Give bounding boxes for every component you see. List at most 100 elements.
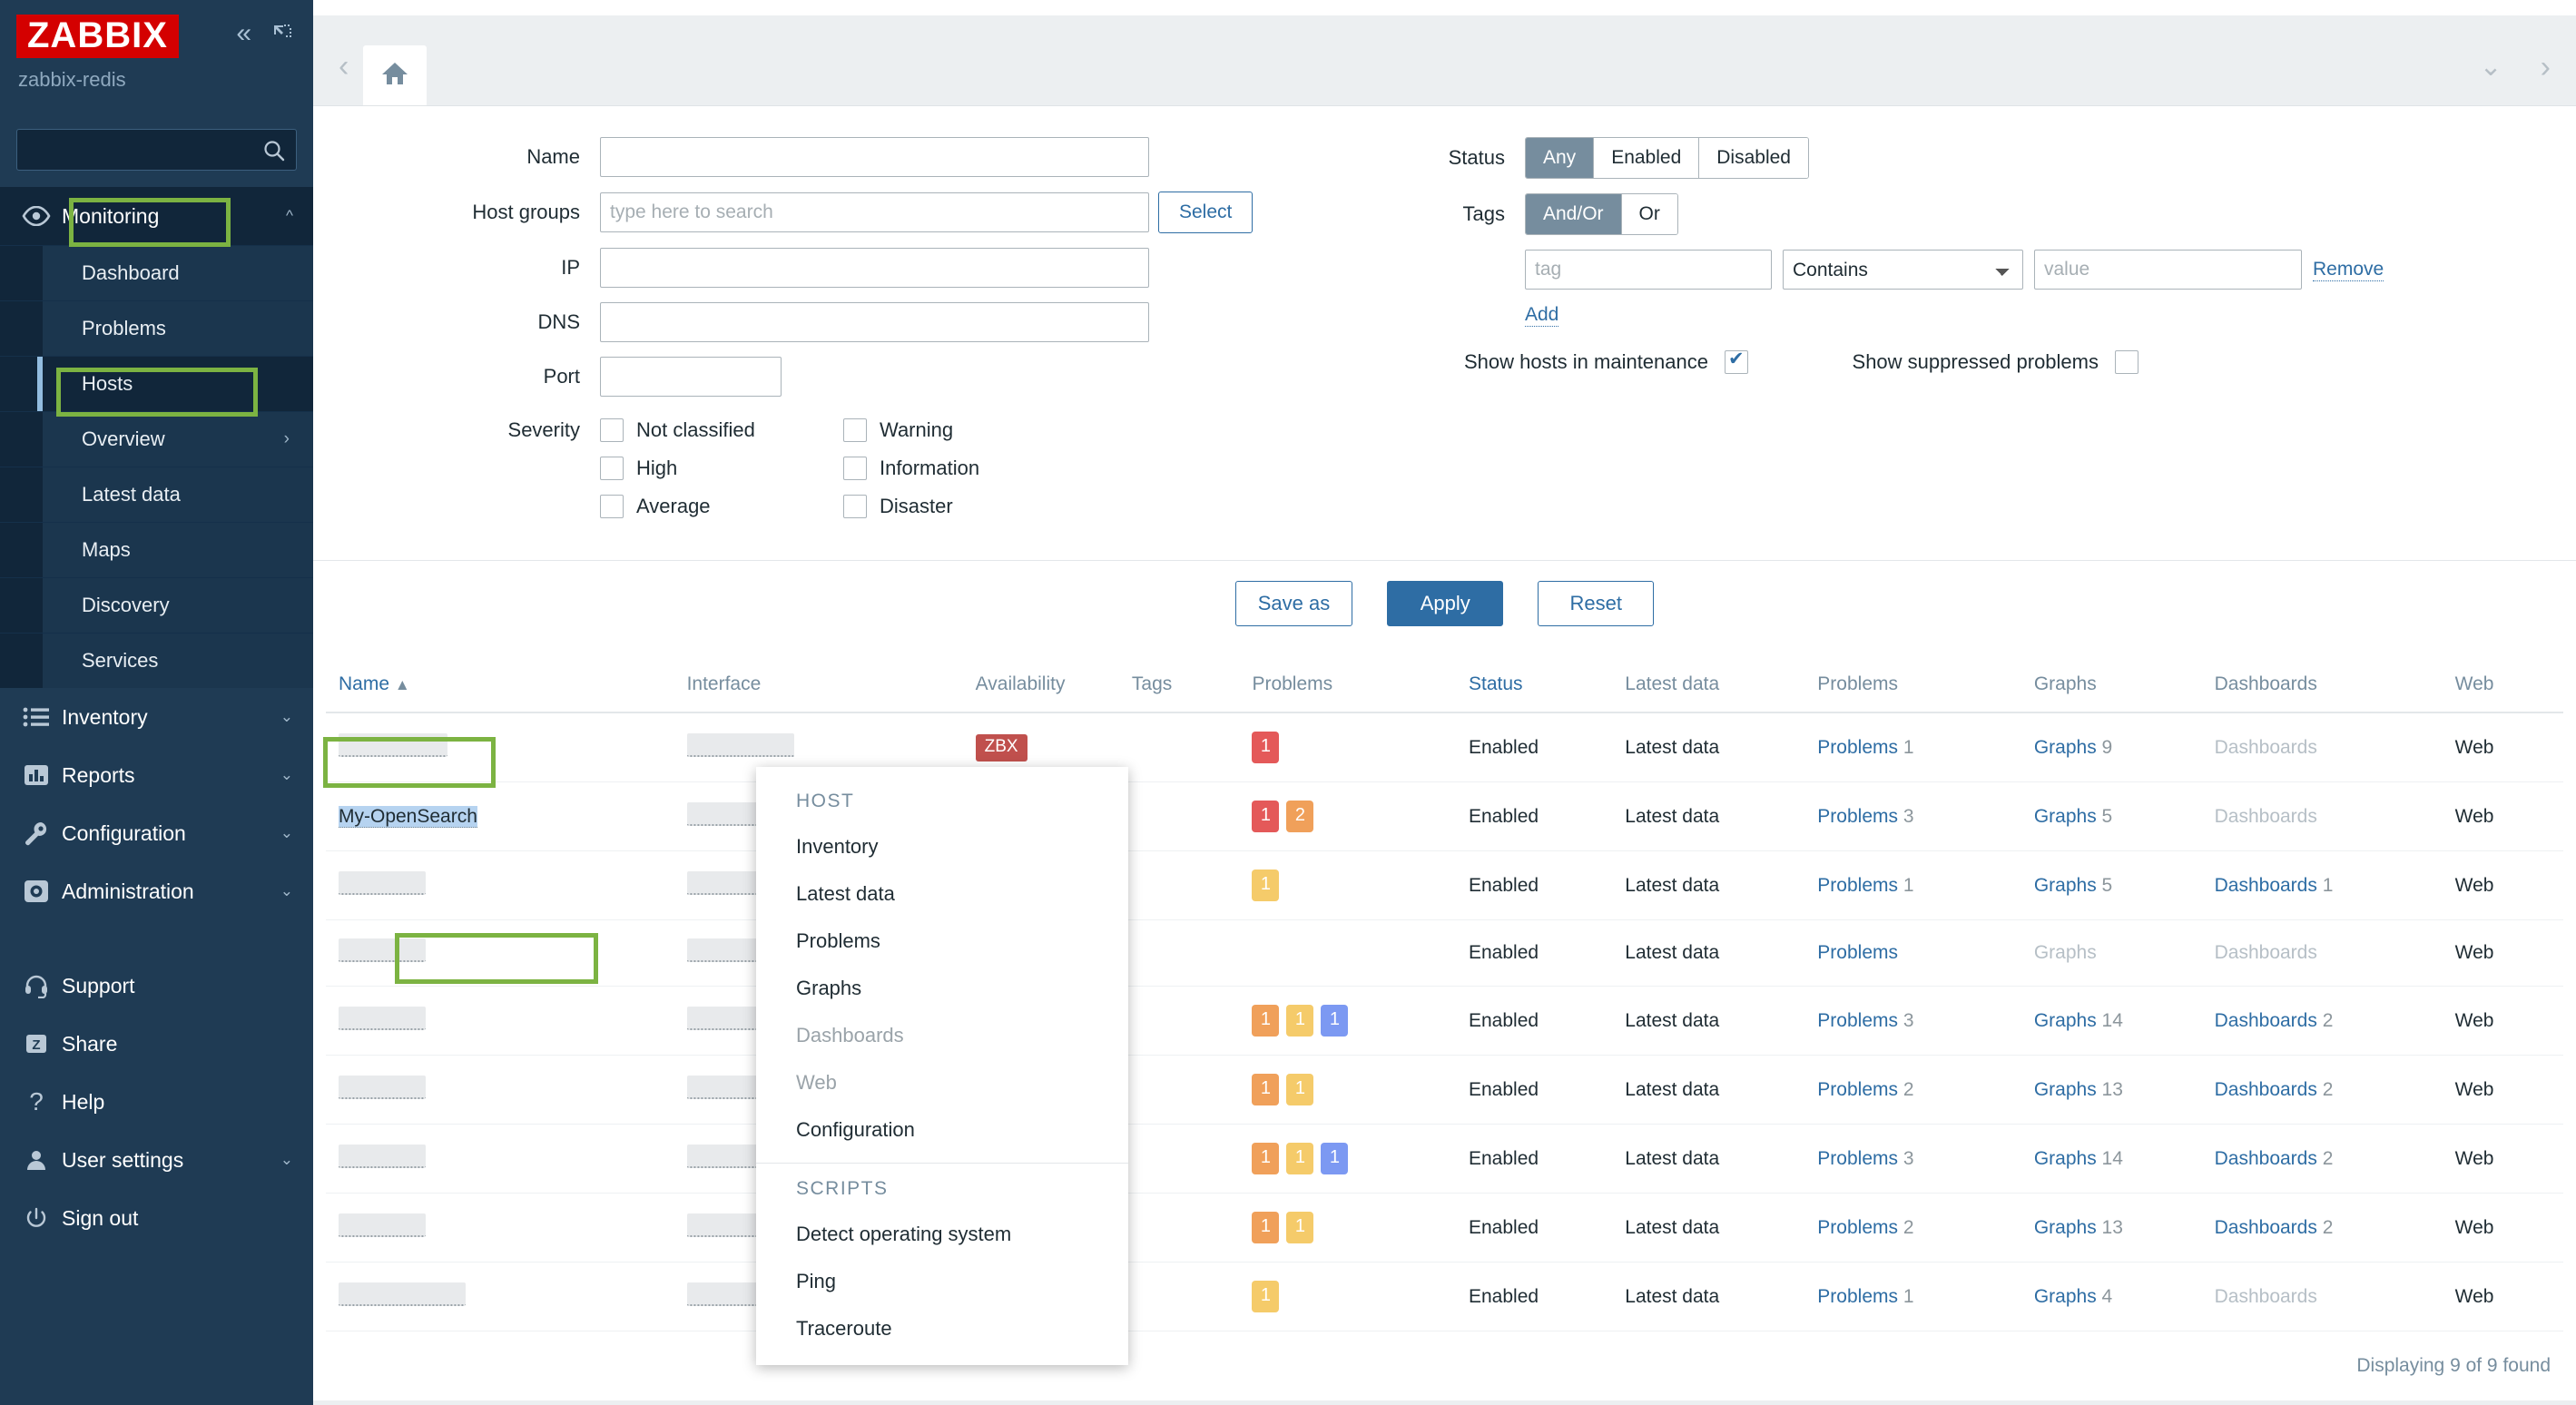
save-as-button[interactable]: Save as xyxy=(1234,581,1353,626)
problem-badge[interactable]: 2 xyxy=(1286,801,1314,832)
sidebar-item-reports[interactable]: Reports ⌄ xyxy=(0,746,313,804)
cell-problems-link[interactable]: Problems 2 xyxy=(1817,1055,2034,1125)
reset-button[interactable]: Reset xyxy=(1538,581,1655,626)
problem-badge[interactable]: 1 xyxy=(1321,1005,1349,1037)
availability-badge[interactable]: ZBX xyxy=(975,733,1027,761)
header-name[interactable]: Name ▲ xyxy=(326,653,687,713)
cell-status[interactable]: Enabled xyxy=(1468,1193,1626,1263)
cell-latest-data[interactable]: Latest data xyxy=(1625,1124,1818,1194)
cell-dashboards-link[interactable]: Dashboards 2 xyxy=(2214,1055,2455,1125)
problem-badge[interactable]: 1 xyxy=(1252,801,1280,832)
status-option-enabled[interactable]: Enabled xyxy=(1594,138,1700,178)
cell-host-name[interactable] xyxy=(326,850,687,920)
tags-option-or[interactable]: Or xyxy=(1621,194,1677,234)
sidebar-item-sign-out[interactable]: Sign out xyxy=(0,1189,313,1247)
tag-name-input[interactable] xyxy=(1525,250,1772,290)
graphs-link[interactable]: Graphs xyxy=(2034,875,2097,896)
dashboards-link[interactable]: Dashboards xyxy=(2215,1079,2317,1100)
problem-badge[interactable]: 1 xyxy=(1252,1005,1280,1037)
cell-latest-data[interactable]: Latest data xyxy=(1625,1193,1818,1263)
context-menu-graphs[interactable]: Graphs xyxy=(756,965,1128,1012)
cell-problems-link[interactable]: Problems xyxy=(1817,919,2034,987)
cell-status[interactable]: Enabled xyxy=(1468,986,1626,1056)
problems-link[interactable]: Problems xyxy=(1817,1010,1898,1031)
cell-latest-data[interactable]: Latest data xyxy=(1625,850,1818,920)
problem-badge[interactable]: 1 xyxy=(1286,1005,1314,1037)
host-name-link[interactable]: My-OpenSearch xyxy=(339,805,477,828)
chevron-down-icon[interactable]: ⌄ xyxy=(280,882,293,900)
sidebar-item-problems[interactable]: Problems xyxy=(0,300,313,356)
problem-badge[interactable]: 1 xyxy=(1252,870,1280,901)
ip-input[interactable] xyxy=(600,248,1149,288)
cell-host-name[interactable]: My-OpenSearch xyxy=(326,781,687,851)
checkbox[interactable] xyxy=(843,418,867,442)
cell-latest-data[interactable]: Latest data xyxy=(1625,1055,1818,1125)
sidebar-item-help[interactable]: ? Help xyxy=(0,1073,313,1131)
graphs-link[interactable]: Graphs xyxy=(2034,806,2097,827)
sidebar-item-discovery[interactable]: Discovery xyxy=(0,577,313,633)
cell-problems-link[interactable]: Problems 3 xyxy=(1817,781,2034,851)
problems-link[interactable]: Problems xyxy=(1817,1217,1898,1238)
cell-problems-link[interactable]: Problems 2 xyxy=(1817,1193,2034,1263)
severity-information[interactable]: Information xyxy=(843,449,1086,487)
sidebar-item-share[interactable]: Z Share xyxy=(0,1015,313,1073)
chevron-down-icon[interactable]: ⌄ xyxy=(280,766,293,784)
cell-graphs-link[interactable]: Graphs 14 xyxy=(2033,1124,2215,1194)
cell-status[interactable]: Enabled xyxy=(1468,1055,1626,1125)
status-segmented-control[interactable]: Any Enabled Disabled xyxy=(1525,137,1809,179)
dns-input[interactable] xyxy=(600,302,1149,342)
cell-host-name[interactable] xyxy=(326,1262,687,1331)
cell-graphs-link[interactable]: Graphs 9 xyxy=(2033,712,2215,782)
cell-status[interactable]: Enabled xyxy=(1468,1262,1626,1331)
severity-warning[interactable]: Warning xyxy=(843,411,1086,449)
context-menu-detect-os[interactable]: Detect operating system xyxy=(756,1211,1128,1258)
chevron-left-icon[interactable]: ‹ xyxy=(339,51,349,82)
problem-badge[interactable]: 1 xyxy=(1252,1074,1280,1105)
sidebar-item-overview[interactable]: Overview › xyxy=(0,411,313,467)
collapse-panel-icon[interactable] xyxy=(271,23,293,44)
context-menu-traceroute[interactable]: Traceroute xyxy=(756,1305,1128,1352)
cell-status[interactable]: Enabled xyxy=(1468,919,1626,987)
name-input[interactable] xyxy=(600,137,1149,177)
cell-graphs-link[interactable]: Graphs 4 xyxy=(2033,1262,2215,1331)
host-groups-input[interactable] xyxy=(600,192,1149,232)
context-menu-ping[interactable]: Ping xyxy=(756,1258,1128,1305)
cell-status[interactable]: Enabled xyxy=(1468,712,1626,782)
sidebar-item-support[interactable]: Support xyxy=(0,957,313,1015)
port-input[interactable] xyxy=(600,357,782,397)
cell-dashboards-link[interactable]: Dashboards 2 xyxy=(2214,1124,2455,1194)
sidebar-item-services[interactable]: Services xyxy=(0,633,313,688)
sidebar-item-inventory[interactable]: Inventory ⌄ xyxy=(0,688,313,746)
cell-dashboards-link[interactable]: Dashboards 2 xyxy=(2214,1193,2455,1263)
graphs-link[interactable]: Graphs xyxy=(2034,737,2097,758)
search-icon[interactable] xyxy=(262,139,286,167)
severity-average[interactable]: Average xyxy=(600,487,843,526)
cell-graphs-link[interactable]: Graphs 13 xyxy=(2033,1055,2215,1125)
cell-problems-link[interactable]: Problems 1 xyxy=(1817,1262,2034,1331)
sidebar-item-configuration[interactable]: Configuration ⌄ xyxy=(0,804,313,862)
tag-value-input[interactable] xyxy=(2034,250,2302,290)
cell-graphs-link[interactable]: Graphs 13 xyxy=(2033,1193,2215,1263)
context-menu-inventory[interactable]: Inventory xyxy=(756,823,1128,870)
problems-link[interactable]: Problems xyxy=(1817,942,1898,963)
problems-link[interactable]: Problems xyxy=(1817,875,1898,896)
cell-host-name[interactable] xyxy=(326,1193,687,1263)
tag-operator-select[interactable]: Contains Equals Exists Does not exist Do… xyxy=(1783,250,2023,290)
dashboards-link[interactable]: Dashboards xyxy=(2215,1010,2317,1031)
header-status[interactable]: Status xyxy=(1468,653,1626,713)
cell-status[interactable]: Enabled xyxy=(1468,781,1626,851)
sidebar-item-maps[interactable]: Maps xyxy=(0,522,313,577)
checkbox[interactable] xyxy=(843,495,867,518)
cell-dashboards-link[interactable]: Dashboards 2 xyxy=(2214,986,2455,1056)
chevron-down-icon[interactable]: ⌄ xyxy=(280,1151,293,1169)
search-input[interactable] xyxy=(17,130,296,170)
context-menu-latest-data[interactable]: Latest data xyxy=(756,870,1128,918)
graphs-link[interactable]: Graphs xyxy=(2034,1286,2097,1307)
chevron-down-icon[interactable]: ⌄ xyxy=(280,708,293,726)
cell-latest-data[interactable]: Latest data xyxy=(1625,712,1818,782)
severity-high[interactable]: High xyxy=(600,449,843,487)
severity-disaster[interactable]: Disaster xyxy=(843,487,1086,526)
sidebar-item-monitoring[interactable]: Monitoring ^ xyxy=(0,187,313,245)
cell-latest-data[interactable]: Latest data xyxy=(1625,1262,1818,1331)
problem-badge[interactable]: 1 xyxy=(1286,1143,1314,1174)
